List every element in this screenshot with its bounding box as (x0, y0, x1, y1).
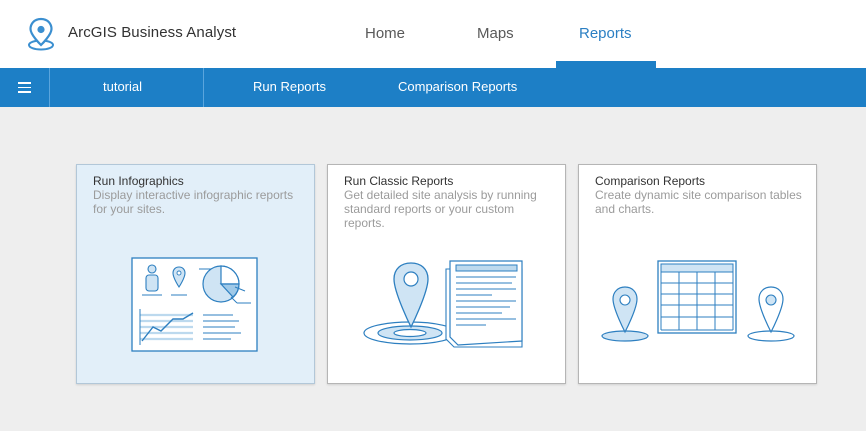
app-header: ArcGIS Business Analyst Home Maps Report… (0, 0, 866, 68)
comparison-reports-card[interactable]: Comparison Reports Create dynamic site c… (578, 164, 817, 384)
divider (203, 68, 204, 107)
active-tab-indicator (556, 61, 656, 68)
card-description: Create dynamic site comparison tables an… (595, 188, 802, 216)
divider (49, 68, 50, 107)
run-classic-reports-card[interactable]: Run Classic Reports Get detailed site an… (327, 164, 566, 384)
classic-report-illustration (363, 260, 523, 348)
card-title: Run Infographics (93, 174, 184, 188)
tab-reports[interactable]: Reports (579, 25, 632, 42)
infographic-illustration (131, 257, 258, 352)
comparison-table-illustration (601, 260, 795, 342)
location-pin-icon[interactable] (26, 17, 56, 51)
card-title: Comparison Reports (595, 174, 706, 188)
card-description: Get detailed site analysis by running st… (344, 188, 537, 230)
tab-home[interactable]: Home (365, 25, 405, 42)
card-description: Display interactive infographic reports … (93, 188, 294, 216)
card-title: Run Classic Reports (344, 174, 454, 188)
run-infographics-card[interactable]: Run Infographics Display interactive inf… (76, 164, 315, 384)
comparison-reports-link[interactable]: Comparison Reports (398, 79, 517, 94)
hamburger-menu-icon[interactable] (0, 68, 49, 107)
project-name-tutorial[interactable]: tutorial (103, 79, 142, 94)
tab-maps[interactable]: Maps (477, 25, 514, 42)
sub-navigation-bar: tutorial Run Reports Comparison Reports (0, 68, 866, 107)
app-title: ArcGIS Business Analyst (68, 24, 237, 41)
run-reports-link[interactable]: Run Reports (253, 79, 326, 94)
